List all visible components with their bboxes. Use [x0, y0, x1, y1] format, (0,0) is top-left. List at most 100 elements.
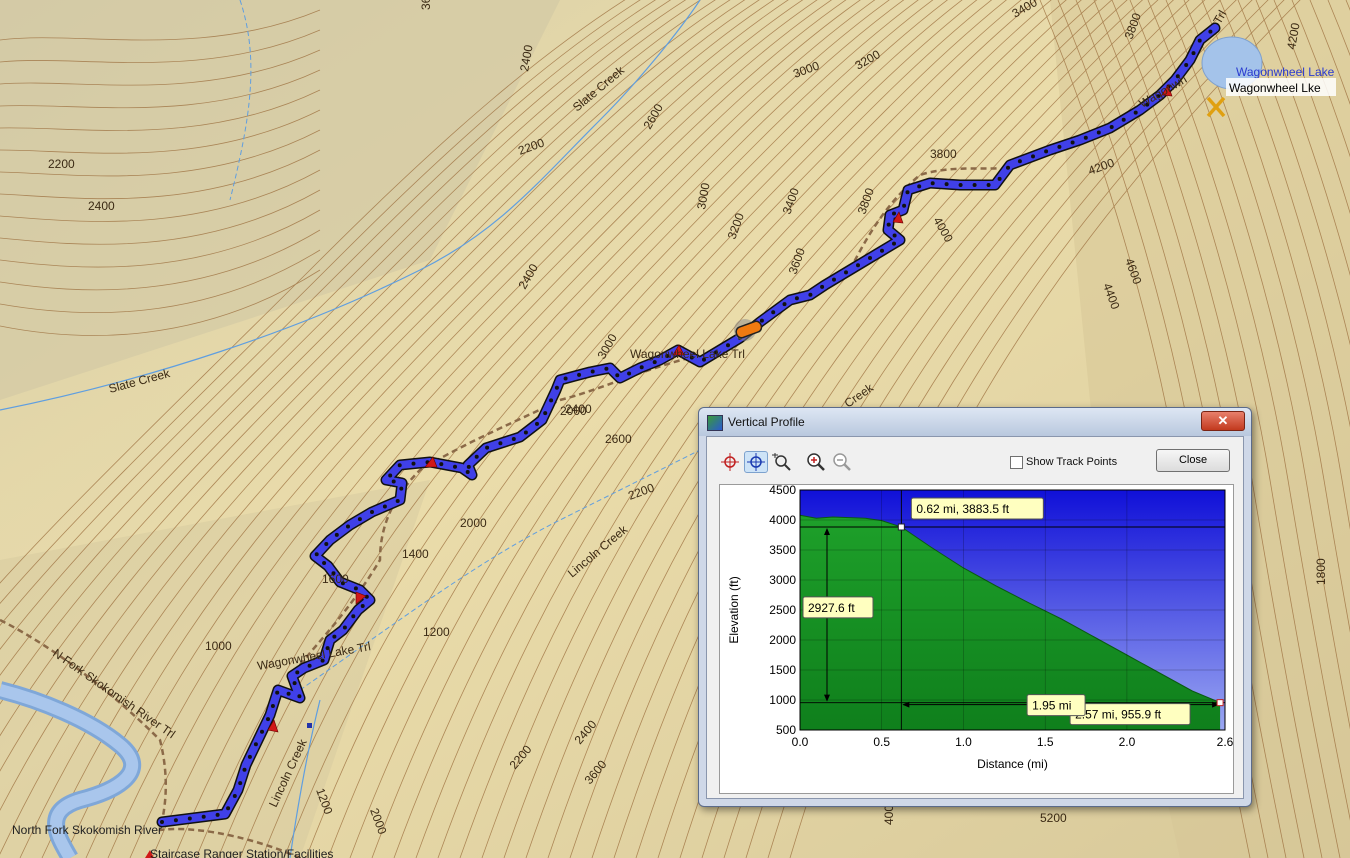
track-point — [397, 463, 402, 468]
track-point — [388, 473, 393, 478]
contour-elevation-label: 1800 — [1314, 558, 1328, 585]
track-point — [958, 183, 963, 187]
close-button[interactable]: Close — [1156, 449, 1230, 472]
track-point — [997, 176, 1002, 181]
track-point — [1121, 117, 1126, 122]
contour-elevation-label: 2200 — [48, 157, 75, 171]
waypoint-label[interactable]: Wagonwheel Lke — [1229, 81, 1321, 95]
track-point — [590, 369, 595, 374]
track-point — [1044, 149, 1049, 154]
crosshair-pan-icon[interactable] — [744, 451, 768, 473]
river-label[interactable]: North Fork Skokomish River — [12, 823, 162, 837]
track-point — [353, 586, 358, 591]
track-point — [820, 284, 825, 289]
zoom-out-icon[interactable] — [830, 451, 854, 473]
track-point — [314, 552, 319, 557]
x-tick-label: 1.0 — [955, 735, 972, 749]
track-point — [342, 625, 347, 630]
track-point — [880, 248, 884, 253]
window-titlebar[interactable]: Vertical Profile ✕ — [699, 408, 1251, 436]
track-point — [892, 241, 896, 246]
track-point — [411, 461, 416, 466]
x-axis-title: Distance (mi) — [977, 757, 1048, 771]
track-point — [307, 663, 312, 668]
contour-elevation-label: 1400 — [402, 547, 429, 561]
track-point — [917, 184, 922, 189]
window-client-area: Show Track Points Close 4500 4000 3500 3000… — [706, 436, 1244, 799]
marker-a-label: 0.62 mi, 3883.5 ft — [916, 502, 1009, 516]
track-point — [1208, 29, 1213, 34]
track-point — [856, 263, 860, 268]
track-point — [902, 203, 907, 208]
contour-elevation-label: 3800 — [930, 147, 957, 161]
track-point — [295, 670, 300, 675]
station-label[interactable]: Staircase Ranger Station/Facilities — [150, 847, 333, 858]
track-point — [844, 270, 848, 275]
track-point — [275, 690, 280, 695]
track-point — [395, 499, 400, 503]
track-point — [391, 479, 396, 484]
window-close-button[interactable]: ✕ — [1201, 411, 1245, 431]
track-point — [1184, 63, 1189, 67]
track-point — [535, 421, 539, 426]
track-point — [286, 691, 291, 696]
track-point — [1006, 165, 1010, 170]
track-point — [1057, 144, 1062, 149]
profile-marker-point[interactable] — [897, 523, 905, 531]
track-point — [297, 694, 302, 699]
track-point — [439, 462, 444, 467]
x-tick-label: 0.0 — [792, 735, 809, 749]
track-point — [1109, 125, 1114, 129]
track-point — [1031, 154, 1035, 159]
track-point — [382, 504, 387, 509]
track-point — [465, 470, 470, 474]
x-tick-label: 2.6 — [1217, 735, 1233, 749]
marker-b-label: 2.57 mi, 955.9 ft — [1075, 708, 1162, 722]
elevation-diff-label: 2927.6 ft — [808, 601, 855, 615]
track-point — [868, 256, 872, 260]
track-point — [266, 717, 270, 722]
track-point — [466, 464, 471, 469]
contour-elevation-label: 1200 — [423, 625, 450, 639]
track-point — [523, 430, 528, 435]
track-point — [324, 542, 329, 546]
track-point — [399, 486, 404, 491]
contour-elevation-label: 2400 — [565, 402, 592, 416]
show-track-points-checkbox[interactable] — [1010, 456, 1023, 469]
track-point — [232, 794, 237, 798]
track-point — [986, 183, 991, 187]
zoom-box-icon[interactable] — [770, 451, 794, 473]
y-axis-title: Elevation (ft) — [727, 576, 741, 643]
profile-marker-point[interactable] — [1216, 699, 1224, 707]
contour-elevation-label: 1600 — [322, 572, 349, 586]
track-point — [832, 277, 836, 282]
crosshair-select-icon[interactable] — [718, 451, 742, 473]
track-point — [173, 818, 178, 823]
contour-elevation-label: 2400 — [88, 199, 115, 213]
vertical-profile-window[interactable]: Vertical Profile ✕ Show Track Points Clo… — [698, 407, 1252, 807]
track-point — [886, 222, 891, 227]
small-square-marker[interactable] — [307, 723, 312, 728]
track-point — [485, 445, 490, 450]
track-point — [905, 190, 910, 195]
show-track-points-label: Show Track Points — [1026, 456, 1118, 468]
y-tick-label: 2500 — [769, 603, 796, 617]
track-point — [639, 365, 644, 370]
track-point — [554, 385, 559, 390]
track-point — [1197, 38, 1202, 43]
y-tick-label: 2000 — [769, 633, 796, 647]
lake-label[interactable]: Wagonwheel Lake — [1236, 65, 1335, 79]
x-tick-label: 2.0 — [1119, 735, 1136, 749]
contour-elevation-label: 1000 — [205, 639, 232, 653]
track-point — [187, 816, 192, 821]
track-point — [292, 681, 297, 686]
track-point — [808, 292, 813, 297]
track-point — [351, 614, 356, 619]
track-point — [322, 561, 327, 565]
contour-elevation-label: 5200 — [1040, 811, 1067, 825]
elevation-chart[interactable]: 4500 4000 3500 3000 2500 2000 1500 1000 500 0.0 0.… — [719, 484, 1234, 794]
track-point — [930, 181, 935, 186]
contour-elevation-label: 3600 — [419, 0, 433, 10]
track-point — [498, 441, 503, 446]
zoom-in-icon[interactable] — [804, 451, 828, 473]
